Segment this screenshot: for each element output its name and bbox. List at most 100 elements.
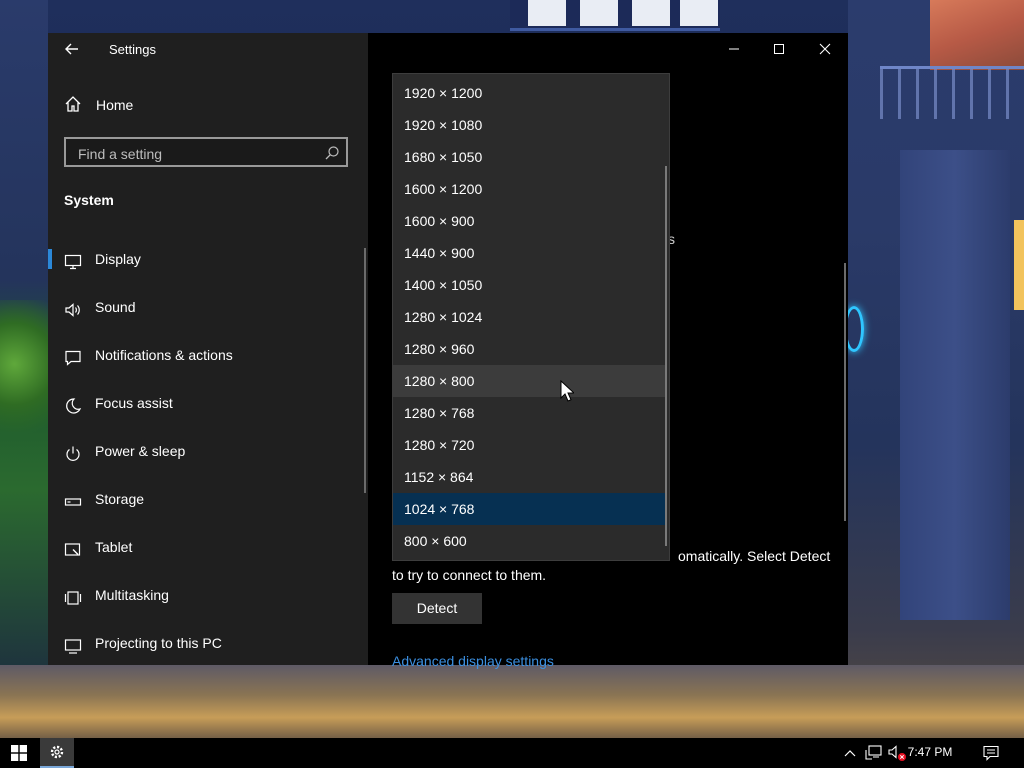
network-status[interactable] bbox=[863, 738, 885, 768]
sidebar-item-multitasking[interactable]: Multitasking bbox=[48, 575, 364, 623]
option-label: 1680 × 1050 bbox=[404, 149, 483, 165]
main-scrollbar[interactable] bbox=[844, 263, 846, 521]
action-center-button[interactable] bbox=[976, 738, 1006, 768]
window-title: Settings bbox=[109, 42, 156, 57]
resolution-option[interactable]: 1400 × 1050 bbox=[393, 269, 665, 301]
gear-icon bbox=[50, 745, 64, 759]
description-line-1: omatically. Select Detect bbox=[678, 548, 831, 564]
dropdown-scrollbar[interactable] bbox=[665, 166, 667, 546]
sidebar-nav: Display Sound Notifications & actions Fo… bbox=[48, 239, 368, 671]
option-label: 1280 × 1024 bbox=[404, 309, 483, 325]
windows-logo-icon bbox=[11, 745, 27, 761]
option-label: 1280 × 720 bbox=[404, 437, 475, 453]
resolution-option-hovered[interactable]: 1280 × 800 bbox=[393, 365, 665, 397]
option-label: 1600 × 1200 bbox=[404, 181, 483, 197]
option-label: 1920 × 1200 bbox=[404, 85, 483, 101]
sidebar-item-label: Power & sleep bbox=[95, 443, 186, 459]
option-label: 1280 × 768 bbox=[404, 405, 475, 421]
sidebar-item-focus-assist[interactable]: Focus assist bbox=[48, 383, 364, 431]
description-line-2: to try to connect to them. bbox=[392, 567, 547, 583]
notification-icon bbox=[65, 350, 81, 366]
wallpaper-light bbox=[1014, 220, 1024, 310]
taskbar-settings-app[interactable] bbox=[40, 738, 74, 768]
home-label: Home bbox=[96, 97, 134, 113]
option-label: 1920 × 1080 bbox=[404, 117, 483, 133]
wallpaper-top-windows bbox=[510, 0, 720, 31]
sidebar-item-label: Notifications & actions bbox=[95, 347, 233, 363]
resolution-option[interactable]: 800 × 600 bbox=[393, 525, 665, 557]
wallpaper-ground bbox=[0, 665, 1024, 740]
sidebar-item-storage[interactable]: Storage bbox=[48, 479, 364, 527]
wallpaper-railing bbox=[880, 66, 1024, 119]
maximize-button[interactable] bbox=[756, 33, 802, 65]
advanced-display-settings-link[interactable]: Advanced display settings bbox=[392, 653, 554, 669]
storage-icon bbox=[64, 498, 82, 506]
moon-icon bbox=[66, 398, 82, 414]
chevron-up-icon bbox=[844, 750, 856, 757]
taskbar: 7:47 PM bbox=[0, 738, 1024, 768]
option-label: 1400 × 1050 bbox=[404, 277, 483, 293]
option-label: 800 × 600 bbox=[404, 533, 467, 549]
sidebar-scrollbar[interactable] bbox=[364, 248, 366, 493]
action-center-icon bbox=[983, 745, 999, 761]
show-hidden-icons-button[interactable] bbox=[840, 738, 860, 768]
sidebar-item-power-sleep[interactable]: Power & sleep bbox=[48, 431, 364, 479]
active-indicator bbox=[48, 249, 52, 269]
start-button[interactable] bbox=[0, 738, 38, 768]
sidebar-item-display[interactable]: Display bbox=[48, 239, 364, 287]
resolution-option[interactable]: 1600 × 1200 bbox=[393, 173, 665, 205]
sidebar: Settings Home System Display bbox=[48, 33, 368, 665]
resolution-option[interactable]: 1600 × 900 bbox=[393, 205, 665, 237]
sidebar-item-label: Display bbox=[95, 251, 141, 267]
sidebar-item-tablet[interactable]: Tablet bbox=[48, 527, 364, 575]
sidebar-item-label: Multitasking bbox=[95, 587, 169, 603]
resolution-option[interactable]: 1440 × 900 bbox=[393, 237, 665, 269]
close-icon bbox=[819, 43, 831, 55]
option-label: 1280 × 800 bbox=[404, 373, 475, 389]
sidebar-item-label: Sound bbox=[95, 299, 136, 315]
resolution-option[interactable]: 1280 × 768 bbox=[393, 397, 665, 429]
option-label: 1024 × 768 bbox=[404, 501, 475, 517]
resolution-option[interactable]: 1152 × 864 bbox=[393, 461, 665, 493]
resolution-option[interactable]: 1280 × 960 bbox=[393, 333, 665, 365]
sidebar-item-label: Focus assist bbox=[95, 395, 173, 411]
maximize-icon bbox=[774, 44, 784, 54]
resolution-option[interactable]: 1280 × 1024 bbox=[393, 301, 665, 333]
option-label: 1152 × 864 bbox=[404, 469, 474, 485]
monitor-icon bbox=[64, 254, 82, 270]
network-icon bbox=[865, 745, 882, 760]
search-input[interactable] bbox=[76, 144, 320, 164]
title-bar: Settings bbox=[48, 33, 368, 65]
wallpaper-pillar bbox=[900, 150, 1010, 620]
search-icon bbox=[325, 146, 339, 160]
minimize-button[interactable] bbox=[711, 33, 757, 65]
multitasking-icon bbox=[64, 591, 82, 605]
sidebar-item-notifications[interactable]: Notifications & actions bbox=[48, 335, 364, 383]
sidebar-item-projecting[interactable]: Projecting to this PC bbox=[48, 623, 364, 671]
close-button[interactable] bbox=[802, 33, 848, 65]
search-box[interactable] bbox=[64, 137, 348, 167]
option-label: 1440 × 900 bbox=[404, 245, 475, 261]
resolution-option[interactable]: 1920 × 1080 bbox=[393, 109, 665, 141]
sidebar-item-label: Storage bbox=[95, 491, 145, 507]
sidebar-item-label: Projecting to this PC bbox=[95, 635, 222, 651]
mouse-cursor-icon bbox=[560, 380, 574, 402]
resolution-dropdown: 1920 × 1200 1920 × 1080 1680 × 1050 1600… bbox=[392, 73, 670, 561]
minimize-icon bbox=[729, 48, 739, 50]
back-button[interactable] bbox=[62, 39, 82, 59]
clock[interactable]: 7:47 PM bbox=[905, 745, 955, 759]
volume-muted-icon bbox=[888, 745, 906, 761]
detect-button[interactable]: Detect bbox=[392, 593, 482, 624]
option-label: 1280 × 960 bbox=[404, 341, 475, 357]
resolution-option-selected[interactable]: 1024 × 768 bbox=[393, 493, 665, 525]
resolution-option[interactable]: 1920 × 1200 bbox=[393, 77, 665, 109]
sidebar-item-label: Tablet bbox=[95, 539, 133, 555]
home-link[interactable]: Home bbox=[64, 93, 344, 117]
sidebar-item-sound[interactable]: Sound bbox=[48, 287, 364, 335]
wallpaper-plants bbox=[0, 300, 48, 460]
speaker-icon bbox=[65, 303, 80, 317]
power-icon bbox=[66, 446, 80, 461]
wallpaper-roof bbox=[930, 0, 1024, 70]
resolution-option[interactable]: 1680 × 1050 bbox=[393, 141, 665, 173]
resolution-option[interactable]: 1280 × 720 bbox=[393, 429, 665, 461]
